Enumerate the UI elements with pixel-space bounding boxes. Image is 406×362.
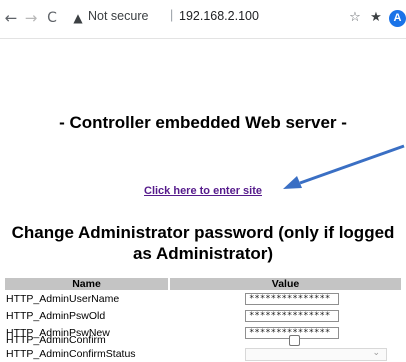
admin-confirm-checkbox[interactable] [289, 335, 300, 346]
column-header-name: Name [5, 278, 168, 290]
url-separator: | [170, 8, 174, 22]
heading-line-2: as Administrator) [132, 244, 274, 263]
table-row-admin-psw-old: HTTP_AdminPswOld [5, 309, 401, 324]
row-label: HTTP_AdminPswOld [6, 310, 106, 322]
enter-site-link[interactable]: Click here to enter site [0, 185, 406, 197]
row-label: HTTP_AdminConfirm [6, 334, 106, 346]
annotation-arrow [283, 144, 405, 189]
heading-line-1: Change Administrator password (only if l… [11, 223, 395, 242]
row-label: HTTP_AdminConfirmStatus [6, 348, 136, 360]
bookmark-star-icon[interactable]: ☆ [348, 8, 362, 28]
table-row-admin-username: HTTP_AdminUserName [5, 292, 401, 307]
back-arrow-icon[interactable]: ← [3, 8, 19, 28]
admin-username-field[interactable] [245, 293, 339, 305]
column-header-value: Value [170, 278, 401, 290]
extensions-icon[interactable]: ★ [369, 8, 383, 28]
row-label: HTTP_AdminUserName [6, 293, 120, 305]
arrow-shaft [299, 144, 405, 185]
chevron-down-icon: ⌄ [372, 347, 380, 357]
admin-confirm-status-select[interactable]: ⌄ [245, 347, 387, 361]
table-row-admin-confirm-status: HTTP_AdminConfirmStatus ⌄ [5, 347, 401, 362]
warning-icon[interactable]: ▲ [71, 8, 85, 28]
browser-toolbar: ← → C ▲ Not secure | 192.168.2.100 ☆ ★ A… [0, 0, 406, 39]
menu-kebab-icon[interactable]: ⋮ [402, 8, 406, 24]
address-bar-url[interactable]: 192.168.2.100 [179, 9, 259, 23]
forward-arrow-icon[interactable]: → [23, 8, 39, 28]
table-row-admin-confirm: HTTP_AdminConfirm [5, 333, 401, 348]
not-secure-label[interactable]: Not secure [88, 9, 148, 23]
reload-icon[interactable]: C [44, 8, 60, 28]
table-header: Name Value [5, 278, 401, 290]
admin-psw-old-field[interactable] [245, 310, 339, 322]
server-title: - Controller embedded Web server - [59, 113, 347, 132]
section-heading: Change Administrator password (only if l… [0, 222, 406, 264]
